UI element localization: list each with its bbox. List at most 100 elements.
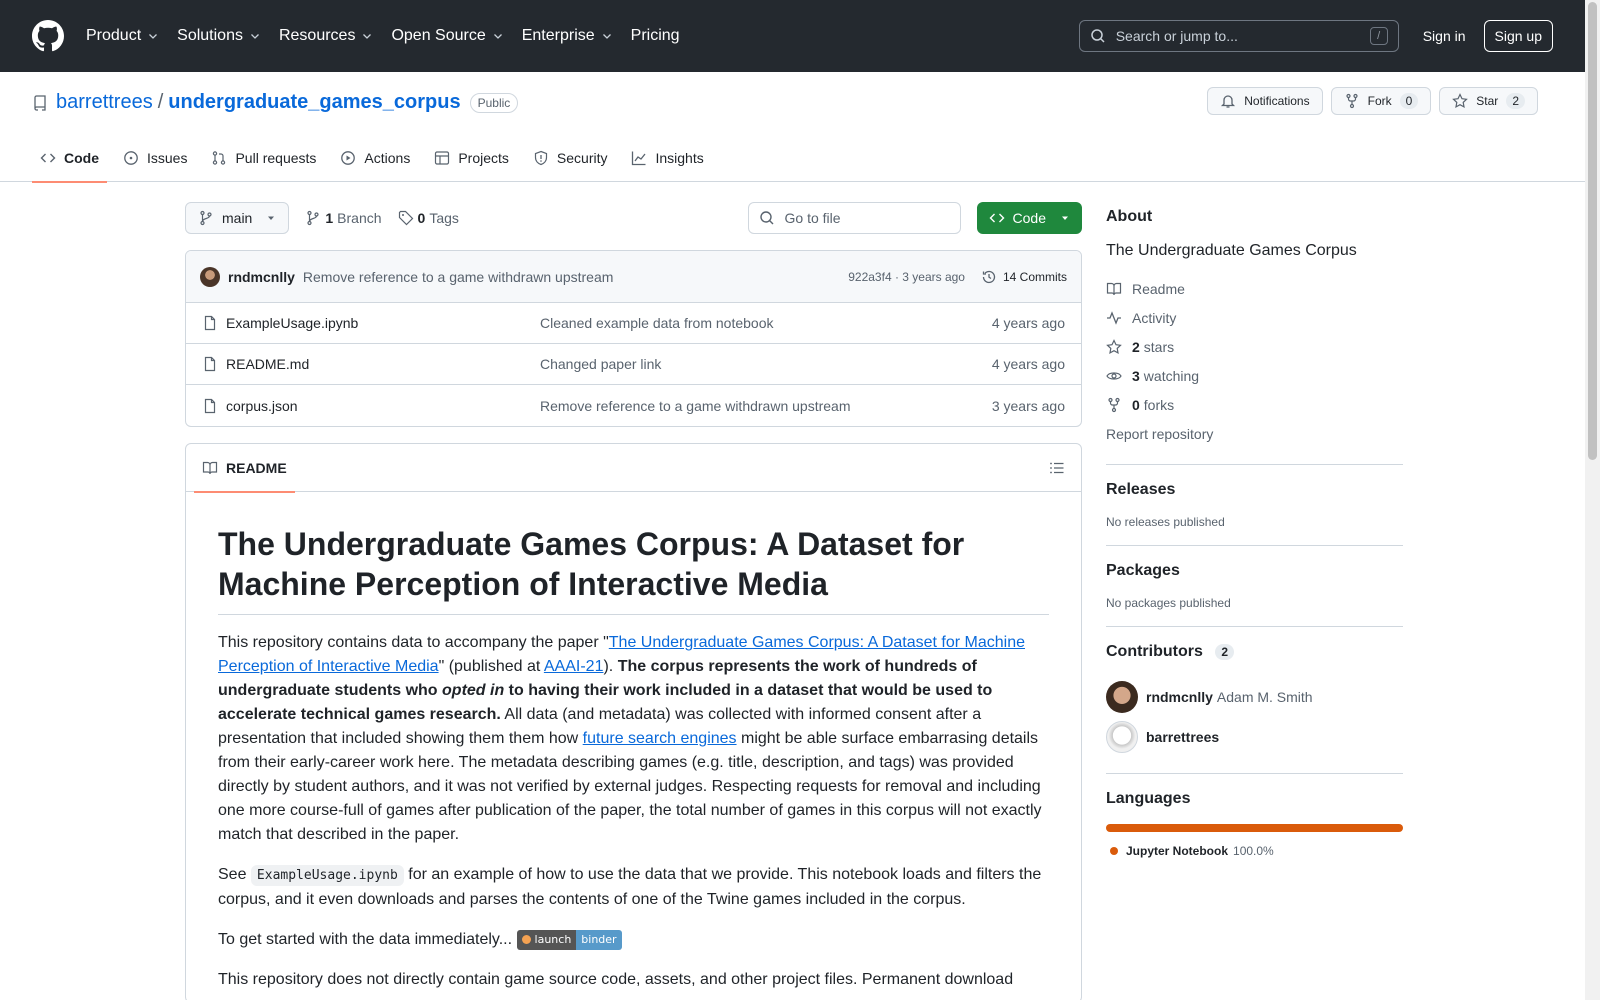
repo-sidebar: About The Undergraduate Games Corpus Rea…	[1106, 208, 1403, 858]
notifications-button[interactable]: Notifications	[1207, 87, 1323, 115]
file-row[interactable]: corpus.json Remove reference to a game w…	[186, 385, 1081, 426]
contributor-login[interactable]: barrettrees	[1146, 729, 1219, 745]
star-label: Star	[1476, 94, 1499, 108]
fork-button[interactable]: Fork 0	[1330, 87, 1432, 115]
tags-link[interactable]: 0 Tags	[398, 210, 459, 226]
nav-solutions[interactable]: Solutions	[177, 27, 261, 45]
readme-text: See	[218, 866, 251, 883]
activity-link[interactable]: Activity	[1106, 303, 1403, 332]
watching-count: 3	[1132, 367, 1140, 384]
readme-paragraph: See ExampleUsage.ipynb for an example of…	[218, 863, 1049, 912]
star-button[interactable]: Star 2	[1439, 87, 1538, 115]
tab-issues[interactable]: Issues	[115, 134, 195, 182]
issue-icon	[124, 151, 138, 165]
scrollbar-thumb[interactable]	[1588, 2, 1597, 460]
visibility-badge: Public	[469, 92, 519, 113]
global-header: Product Solutions Resources Open Source …	[0, 0, 1585, 72]
watching-label: watching	[1143, 367, 1200, 384]
contributors-title[interactable]: Contributors 2	[1106, 643, 1403, 661]
tab-security[interactable]: Security	[525, 134, 616, 182]
tab-pull-requests[interactable]: Pull requests	[203, 134, 324, 182]
file-name-label[interactable]: ExampleUsage.ipynb	[226, 315, 358, 331]
file-age: 3 years ago	[991, 397, 1065, 414]
nav-enterprise[interactable]: Enterprise	[522, 27, 613, 45]
chevron-down-icon	[493, 34, 502, 39]
tab-projects-label: Projects	[458, 150, 509, 166]
file-row[interactable]: README.md Changed paper link 4 years ago	[186, 344, 1081, 385]
contributors-section: Contributors 2 rndmcnlly Adam M. Smith b…	[1106, 643, 1403, 774]
readme-emphasis: opted in	[442, 682, 505, 699]
sign-in-link[interactable]: Sign in	[1423, 28, 1466, 44]
sign-up-button[interactable]: Sign up	[1483, 20, 1553, 52]
top-nav: Product Solutions Resources Open Source …	[86, 27, 698, 45]
page-scrollbar[interactable]	[1585, 0, 1600, 1000]
contributor-item[interactable]: rndmcnlly Adam M. Smith	[1106, 677, 1403, 717]
search-input[interactable]: Search or jump to... /	[1078, 20, 1399, 52]
launch-binder-badge[interactable]: launch binder	[516, 929, 622, 950]
commits-link[interactable]: 14 Commits	[981, 269, 1067, 285]
tab-pull-requests-label: Pull requests	[235, 150, 317, 166]
forks-link[interactable]: 0 forks	[1106, 390, 1403, 419]
nav-open-source[interactable]: Open Source	[391, 27, 503, 45]
repo-path-separator: /	[157, 91, 164, 113]
code-dropdown-button[interactable]: Code	[976, 202, 1082, 234]
book-icon	[202, 461, 218, 474]
github-logo-icon[interactable]	[32, 20, 64, 52]
tab-insights[interactable]: Insights	[623, 134, 711, 182]
branches-link[interactable]: 1 Branch	[305, 210, 382, 226]
file-commit-message[interactable]: Cleaned example data from notebook	[540, 315, 992, 331]
file-commit-message[interactable]: Remove reference to a game withdrawn ups…	[540, 398, 992, 414]
file-commit-message[interactable]: Changed paper link	[540, 356, 992, 372]
releases-title[interactable]: Releases	[1106, 481, 1403, 499]
file-row[interactable]: ExampleUsage.ipynb Cleaned example data …	[186, 303, 1081, 344]
file-name-label[interactable]: README.md	[226, 356, 309, 372]
nav-resources[interactable]: Resources	[279, 27, 373, 45]
avatar[interactable]	[200, 266, 220, 287]
watchers-link[interactable]: 3 watching	[1106, 361, 1403, 390]
pulse-icon	[1107, 310, 1121, 325]
file-age: 4 years ago	[991, 315, 1065, 331]
file-navigation: main 1 Branch 0 Tags Go to file Code	[185, 202, 1082, 234]
stars-link[interactable]: 2 stars	[1106, 332, 1403, 361]
readme-tab-label: README	[226, 459, 287, 476]
go-to-file-input[interactable]: Go to file	[747, 202, 961, 234]
repo-name-link[interactable]: undergraduate_games_corpus	[168, 91, 460, 114]
readme-paragraph: To get started with the data immediately…	[218, 928, 1049, 952]
list-icon[interactable]	[1049, 460, 1065, 476]
commit-meta[interactable]: 922a3f4 · 3 years ago	[848, 270, 965, 284]
branch-icon	[200, 210, 212, 226]
file-name: ExampleUsage.ipynb	[202, 315, 540, 331]
tab-projects[interactable]: Projects	[426, 134, 517, 182]
search-engines-link[interactable]: future search engines	[583, 730, 737, 747]
chevron-down-icon	[149, 34, 158, 39]
pull-request-icon	[213, 151, 226, 165]
tab-code[interactable]: Code	[32, 134, 107, 183]
readme-link[interactable]: Readme	[1106, 274, 1403, 303]
contributor-item[interactable]: barrettrees	[1106, 717, 1403, 757]
eye-icon	[1106, 371, 1122, 380]
commit-message[interactable]: Remove reference to a game withdrawn ups…	[303, 269, 613, 285]
caret-down-icon	[268, 216, 275, 220]
releases-empty: No releases published	[1106, 515, 1225, 529]
readme-tab[interactable]: README	[194, 444, 295, 493]
contributor-login[interactable]: rndmcnlly	[1146, 689, 1213, 705]
star-icon	[1106, 338, 1122, 354]
nav-pricing[interactable]: Pricing	[631, 27, 680, 45]
file-name-label[interactable]: corpus.json	[226, 398, 298, 414]
packages-title[interactable]: Packages	[1106, 562, 1403, 580]
main-content: main 1 Branch 0 Tags Go to file Code rnd…	[185, 202, 1082, 1000]
tab-actions[interactable]: Actions	[332, 134, 418, 182]
readme-panel: README The Undergraduate Games Corpus: A…	[185, 443, 1082, 1000]
repo-owner-link[interactable]: barrettrees	[56, 91, 153, 114]
avatar[interactable]	[1106, 681, 1138, 713]
file-age: 4 years ago	[991, 356, 1065, 372]
aaai-link[interactable]: AAAI-21	[544, 658, 604, 675]
file-list: rndmcnlly Remove reference to a game wit…	[185, 250, 1082, 427]
avatar[interactable]	[1106, 721, 1138, 753]
nav-product[interactable]: Product	[86, 27, 159, 45]
report-repository-link[interactable]: Report repository	[1106, 419, 1403, 448]
branch-selector[interactable]: main	[185, 202, 290, 234]
tag-label: Tags	[429, 210, 459, 226]
commit-author[interactable]: rndmcnlly	[228, 269, 295, 285]
language-item[interactable]: Jupyter Notebook 100.0%	[1106, 844, 1403, 858]
